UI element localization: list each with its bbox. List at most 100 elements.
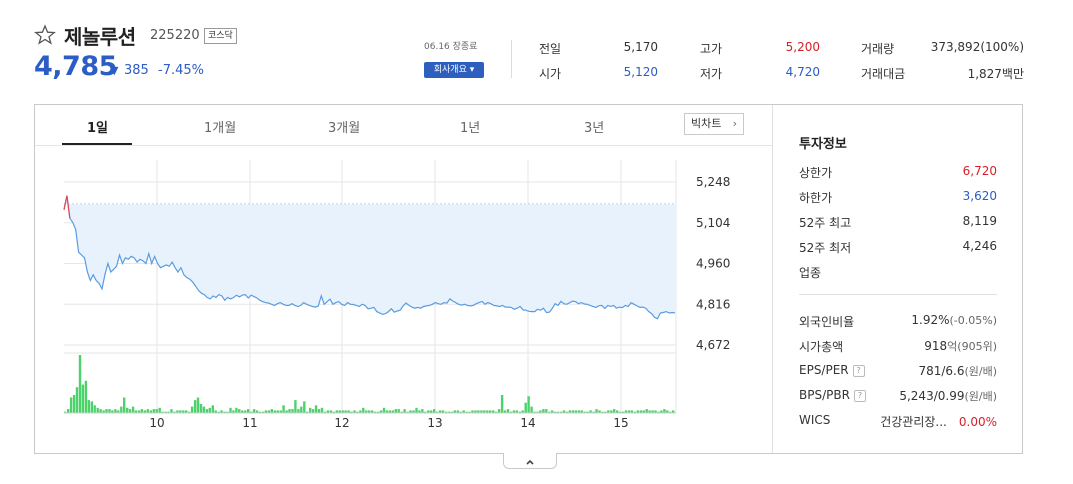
- volume-bar: [415, 407, 418, 413]
- collapse-button[interactable]: [503, 453, 557, 469]
- volume-bar: [105, 409, 108, 413]
- volume-bar: [84, 380, 88, 413]
- volume-bar: [527, 396, 530, 413]
- volume-bar: [297, 409, 300, 413]
- volume-bar: [205, 409, 209, 413]
- info-label: 하한가: [799, 191, 833, 205]
- volume-bar: [87, 400, 90, 413]
- volume-bar: [202, 406, 206, 413]
- volume-bar: [99, 409, 102, 413]
- volume-bar: [196, 397, 200, 413]
- info-value: 4,246: [962, 239, 997, 253]
- volume-bar: [394, 409, 397, 413]
- volume-bar: [282, 405, 285, 413]
- invest-info-title: 투자정보: [799, 137, 847, 152]
- y-tick-label: 4,672: [696, 338, 730, 352]
- y-tick-label: 5,248: [696, 175, 730, 189]
- volume-bar: [75, 387, 79, 413]
- volume-bar: [190, 406, 194, 413]
- volume-bar: [382, 407, 386, 413]
- volume-bar: [309, 407, 312, 413]
- price-area: [64, 195, 675, 319]
- volume-bar: [81, 384, 85, 413]
- volume-bar: [123, 397, 126, 413]
- info-value: 건강관리장... 0.00%: [880, 415, 997, 429]
- info-label: 업종: [799, 266, 822, 280]
- volume-bar: [663, 409, 666, 413]
- volume-bar: [69, 397, 73, 413]
- volume-bar: [120, 406, 123, 413]
- volume-bar: [433, 409, 436, 413]
- volume-bar: [235, 407, 238, 413]
- volume-bar: [497, 409, 501, 413]
- volume-bar: [96, 407, 99, 413]
- info-value: 8,119: [962, 214, 997, 228]
- info-label: BPS/PBR?: [799, 388, 866, 402]
- x-tick-label: 14: [520, 416, 535, 430]
- volume-bar: [211, 405, 214, 413]
- volume-bar: [530, 406, 533, 413]
- volume-bar: [613, 409, 616, 413]
- info-label: 상한가: [799, 166, 833, 180]
- volume-bar: [421, 409, 424, 413]
- volume-bar: [238, 409, 241, 413]
- volume-bar: [108, 409, 111, 413]
- volume-bar: [208, 407, 211, 413]
- info-value: 5,243/0.99(원/배): [899, 389, 997, 403]
- volume-bar: [128, 409, 132, 413]
- volume-bar: [229, 407, 232, 413]
- info-value: 6,720: [962, 164, 997, 178]
- volume-bar: [524, 402, 527, 413]
- volume-bar: [170, 409, 173, 413]
- info-label: EPS/PER?: [799, 363, 865, 377]
- volume-bar: [146, 409, 149, 413]
- volume-bar: [397, 409, 400, 413]
- info-label: 52주 최저: [799, 241, 852, 255]
- volume-bar: [193, 400, 197, 413]
- info-label: WICS: [799, 413, 831, 427]
- y-tick-label: 4,816: [696, 297, 730, 311]
- info-value: 781/6.6(원/배): [918, 364, 997, 378]
- info-value: 918억(905위): [924, 339, 997, 353]
- volume-bar: [311, 409, 315, 413]
- info-label: 시가총액: [799, 340, 844, 354]
- volume-bar: [126, 407, 129, 413]
- y-tick-label: 4,960: [696, 257, 730, 271]
- volume-bar: [645, 409, 648, 413]
- volume-bar: [542, 409, 545, 413]
- volume-bar: [288, 409, 291, 413]
- x-tick-label: 15: [613, 416, 628, 430]
- x-tick-label: 12: [334, 416, 349, 430]
- volume-bar: [300, 406, 303, 413]
- volume-bar: [314, 405, 318, 413]
- volume-bar: [403, 409, 406, 413]
- volume-bar: [114, 409, 117, 413]
- y-tick-label: 5,104: [696, 216, 730, 230]
- chevron-up-icon: [526, 459, 534, 465]
- volume-bar: [500, 395, 504, 413]
- volume-bar: [291, 409, 294, 413]
- volume-bar: [67, 409, 70, 413]
- price-line-up-segment: [63, 195, 71, 219]
- x-tick-label: 13: [427, 416, 442, 430]
- volume-bar: [247, 409, 250, 413]
- volume-bar: [93, 405, 96, 413]
- panel-divider: [772, 105, 773, 453]
- volume-bar: [506, 409, 510, 413]
- info-label: 외국인비율: [799, 315, 855, 329]
- volume-bar: [545, 409, 548, 413]
- volume-bar: [72, 395, 76, 413]
- volume-bar: [155, 409, 158, 413]
- volume-bar: [158, 407, 161, 413]
- x-tick-label: 11: [242, 416, 257, 430]
- volume-bar: [90, 401, 93, 413]
- info-value: 3,620: [962, 189, 997, 203]
- x-tick-label: 10: [149, 416, 164, 430]
- volume-bar: [78, 355, 82, 413]
- volume-bar: [595, 409, 598, 413]
- volume-bar: [320, 407, 324, 413]
- volume-bar: [131, 406, 135, 413]
- volume-bar: [294, 400, 297, 413]
- volume-bar: [140, 409, 144, 413]
- volume-bar: [252, 409, 256, 413]
